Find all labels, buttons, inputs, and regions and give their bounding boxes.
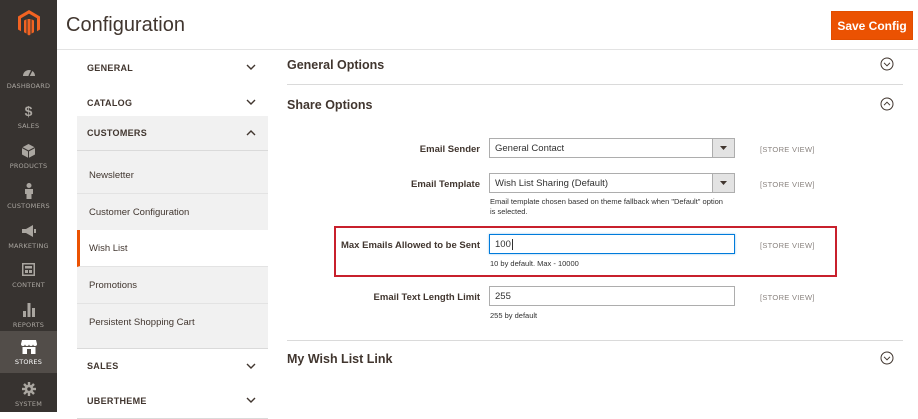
layout-icon <box>21 262 37 278</box>
text-length-input[interactable]: 255 <box>489 286 735 306</box>
tab-group-label: UBERTHEME <box>87 395 147 406</box>
text-length-note: 255 by default <box>490 311 538 320</box>
tab-group-sales[interactable]: SALES <box>77 348 268 384</box>
nav-system[interactable]: SYSTEM <box>0 374 57 414</box>
tab-customer-configuration[interactable]: Customer Configuration <box>77 194 268 231</box>
chevron-up-icon <box>246 130 256 136</box>
tab-group-label: GENERAL <box>87 62 134 73</box>
person-icon <box>21 182 37 199</box>
nav-marketing[interactable]: MARKETING <box>0 216 57 256</box>
nav-dashboard[interactable]: DASHBOARD <box>0 56 57 96</box>
magento-logo[interactable] <box>0 0 57 46</box>
section-divider <box>287 84 903 85</box>
nav-stores-label: STORES <box>14 357 43 366</box>
tab-group-customers[interactable]: CUSTOMERS <box>77 116 268 151</box>
nav-system-label: SYSTEM <box>14 399 43 408</box>
chevron-down-icon <box>246 397 256 403</box>
dollar-icon: $ <box>24 102 33 119</box>
chevron-down-icon <box>246 64 256 70</box>
section-title: Share Options <box>287 98 373 112</box>
nav-products-label: PRODUCTS <box>9 161 48 170</box>
chevron-down-icon <box>246 363 256 369</box>
save-config-button[interactable]: Save Config <box>831 11 913 40</box>
email-sender-value: General Contact <box>495 142 565 154</box>
scope-label: [STORE VIEW] <box>760 145 815 154</box>
scope-label: [STORE VIEW] <box>760 180 815 189</box>
nav-customers-label: CUSTOMERS <box>7 201 50 210</box>
expand-circle-icon[interactable] <box>880 351 894 365</box>
storefront-icon <box>20 339 37 355</box>
tab-label: Promotions <box>89 279 138 291</box>
tab-label: Wish List <box>89 242 128 254</box>
chevron-down-icon <box>246 99 256 105</box>
magento-logo-icon <box>17 10 40 36</box>
tab-group-label: SALES <box>87 361 119 371</box>
nav-reports-label: REPORTS <box>12 320 45 329</box>
tab-promotions[interactable]: Promotions <box>77 267 268 304</box>
tab-label: Newsletter <box>89 169 134 181</box>
tab-persistent-shopping-cart[interactable]: Persistent Shopping Cart <box>77 304 268 341</box>
dropdown-arrow-icon <box>712 139 734 157</box>
nav-content-label: CONTENT <box>12 280 45 289</box>
section-my-wish-list-link[interactable]: My Wish List Link <box>287 341 903 377</box>
nav-sales[interactable]: $ SALES <box>0 96 57 136</box>
page-header: Configuration Save Config <box>57 0 918 50</box>
tab-newsletter[interactable]: Newsletter <box>77 157 268 194</box>
tab-group-ubertheme[interactable]: UBERTHEME <box>77 383 268 419</box>
nav-dashboard-label: DASHBOARD <box>6 81 51 90</box>
expand-circle-icon[interactable] <box>880 57 894 71</box>
nav-reports[interactable]: REPORTS <box>0 295 57 335</box>
cube-icon <box>21 143 37 159</box>
dashboard-icon <box>21 63 37 79</box>
highlight-annotation-box <box>334 226 837 277</box>
nav-customers[interactable]: CUSTOMERS <box>0 176 57 216</box>
email-template-value: Wish List Sharing (Default) <box>495 177 608 189</box>
nav-content[interactable]: CONTENT <box>0 255 57 295</box>
bar-chart-icon <box>21 302 37 318</box>
tab-label: Persistent Shopping Cart <box>89 317 195 328</box>
email-sender-select[interactable]: General Contact <box>489 138 735 158</box>
admin-sidebar: DASHBOARD $ SALES PRODUCTS CUSTOMERS MAR… <box>0 0 57 412</box>
megaphone-icon <box>21 223 37 239</box>
section-share-options[interactable]: Share Options <box>287 87 903 123</box>
nav-sales-label: SALES <box>17 121 40 130</box>
section-title: General Options <box>287 58 385 72</box>
page-title: Configuration <box>66 14 185 36</box>
email-sender-label: Email Sender <box>419 144 480 155</box>
nav-marketing-label: MARKETING <box>8 241 49 250</box>
section-general-options[interactable]: General Options <box>287 47 903 83</box>
section-title: My Wish List Link <box>287 352 393 366</box>
email-template-select[interactable]: Wish List Sharing (Default) <box>489 173 735 193</box>
email-template-label: Email Template <box>411 179 480 190</box>
collapse-circle-icon[interactable] <box>880 97 894 111</box>
nav-stores[interactable]: STORES <box>0 331 57 373</box>
email-template-note: Email template chosen based on theme fal… <box>490 197 723 216</box>
tab-wish-list[interactable]: Wish List <box>77 230 268 267</box>
dropdown-arrow-icon <box>712 174 734 192</box>
tab-group-label: CUSTOMERS <box>87 128 148 138</box>
config-tabs: GENERAL CATALOG CUSTOMERS Newsletter Cus… <box>77 50 268 419</box>
gear-icon <box>21 381 37 397</box>
tab-group-general[interactable]: GENERAL <box>77 50 268 86</box>
scope-label: [STORE VIEW] <box>760 293 815 302</box>
nav-products[interactable]: PRODUCTS <box>0 136 57 176</box>
text-length-label: Email Text Length Limit <box>373 292 480 303</box>
text-length-value: 255 <box>495 290 511 302</box>
tab-group-label: CATALOG <box>87 97 133 108</box>
tab-label: Customer Configuration <box>89 206 190 218</box>
